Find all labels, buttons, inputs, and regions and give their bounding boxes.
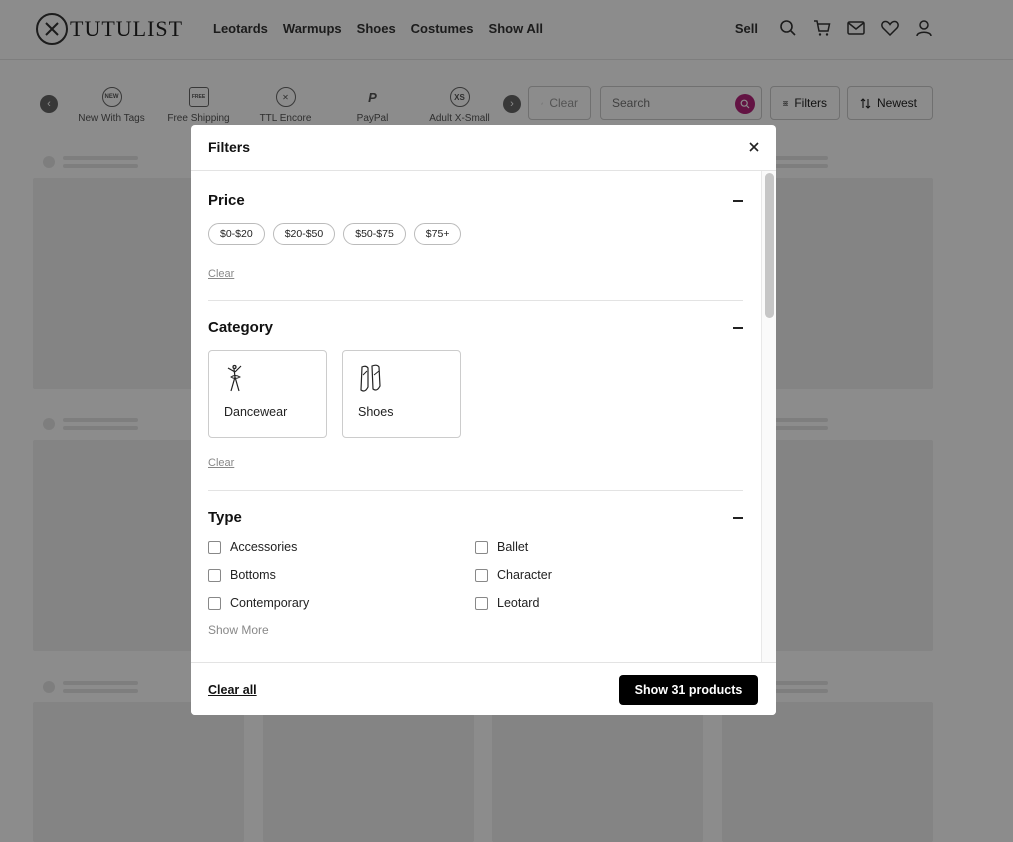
type-section: Type Accessories Ballet Bottoms Characte… bbox=[208, 509, 743, 649]
type-row: Contemporary Leotard bbox=[208, 595, 743, 623]
category-title: Category bbox=[208, 319, 274, 336]
category-clear-link[interactable]: Clear bbox=[208, 457, 234, 469]
type-checkbox-accessories[interactable] bbox=[208, 541, 221, 554]
type-checkbox-leotard[interactable] bbox=[475, 597, 488, 610]
type-label[interactable]: Ballet bbox=[497, 540, 528, 554]
collapse-minus-icon[interactable] bbox=[733, 517, 743, 519]
type-label[interactable]: Leotard bbox=[497, 596, 539, 610]
show-products-button[interactable]: Show 31 products bbox=[619, 675, 758, 705]
clear-all-link[interactable]: Clear all bbox=[208, 683, 257, 697]
price-title: Price bbox=[208, 192, 245, 209]
dancewear-icon bbox=[227, 364, 242, 392]
modal-title: Filters bbox=[208, 139, 251, 155]
category-cards: Dancewear Shoes bbox=[208, 350, 461, 438]
show-more-link[interactable]: Show More bbox=[208, 623, 269, 637]
collapse-minus-icon[interactable] bbox=[733, 200, 743, 202]
price-chip[interactable]: $75+ bbox=[413, 223, 462, 245]
price-section: Price $0-$20 $20-$50 $50-$75 $75+ Clear bbox=[208, 192, 743, 284]
type-checkbox-bottoms[interactable] bbox=[208, 569, 221, 582]
price-clear-link[interactable]: Clear bbox=[208, 268, 234, 280]
price-chip[interactable]: $0-$20 bbox=[208, 223, 265, 245]
category-card-dancewear[interactable]: Dancewear bbox=[208, 350, 327, 438]
type-row: Accessories Ballet bbox=[208, 539, 743, 567]
price-chip[interactable]: $50-$75 bbox=[343, 223, 406, 245]
price-chips: $0-$20 $20-$50 $50-$75 $75+ bbox=[208, 223, 462, 245]
type-title: Type bbox=[208, 509, 242, 526]
divider bbox=[208, 300, 743, 301]
type-label[interactable]: Character bbox=[497, 568, 552, 582]
type-label[interactable]: Contemporary bbox=[230, 596, 309, 610]
type-label[interactable]: Bottoms bbox=[230, 568, 276, 582]
type-checkbox-ballet[interactable] bbox=[475, 541, 488, 554]
ballet-shoes-icon bbox=[360, 364, 381, 392]
type-checkbox-contemporary[interactable] bbox=[208, 597, 221, 610]
modal-body[interactable]: Price $0-$20 $20-$50 $50-$75 $75+ Clear … bbox=[191, 171, 776, 662]
type-options: Accessories Ballet Bottoms Character Con… bbox=[208, 539, 743, 623]
category-card-shoes[interactable]: Shoes bbox=[342, 350, 461, 438]
collapse-minus-icon[interactable] bbox=[733, 327, 743, 329]
category-label: Shoes bbox=[358, 405, 394, 419]
scrollbar[interactable] bbox=[761, 171, 776, 662]
price-chip[interactable]: $20-$50 bbox=[272, 223, 336, 245]
scrollbar-thumb[interactable] bbox=[765, 173, 774, 318]
filters-modal: Filters Price $0-$20 $20-$50 $50-$75 $75… bbox=[191, 125, 776, 715]
modal-footer: Clear all Show 31 products bbox=[191, 662, 776, 715]
close-icon[interactable] bbox=[746, 139, 762, 155]
type-row: Bottoms Character bbox=[208, 567, 743, 595]
category-label: Dancewear bbox=[224, 405, 288, 419]
modal-header: Filters bbox=[191, 125, 776, 171]
type-checkbox-character[interactable] bbox=[475, 569, 488, 582]
divider bbox=[208, 490, 743, 491]
category-section: Category Dancewear Shoes Clear bbox=[208, 319, 743, 479]
type-label[interactable]: Accessories bbox=[230, 540, 297, 554]
